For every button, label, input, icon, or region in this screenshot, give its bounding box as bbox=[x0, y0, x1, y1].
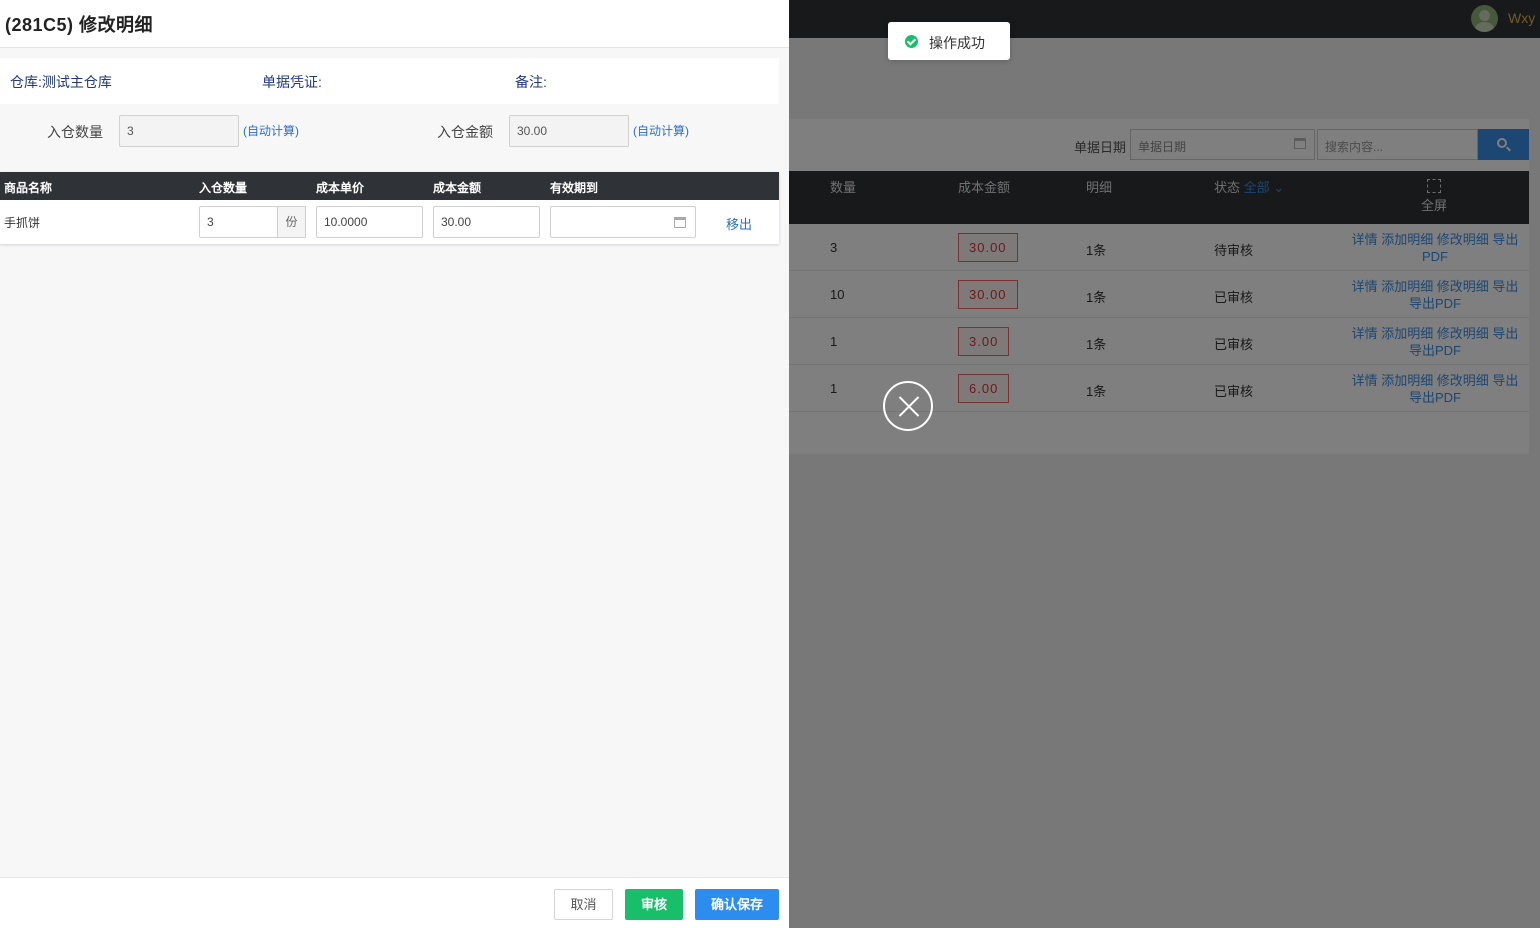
qty-input[interactable]: 3 bbox=[199, 206, 278, 238]
check-circle-icon bbox=[905, 35, 918, 48]
drawer-header: (281C5) 修改明细 bbox=[0, 0, 789, 48]
drawer-footer: 取消 审核 确认保存 bbox=[0, 877, 789, 928]
document-info-bar: 仓库:测试主仓库 单据凭证: 备注: bbox=[0, 58, 779, 104]
cancel-button[interactable]: 取消 bbox=[554, 889, 613, 920]
audit-button[interactable]: 审核 bbox=[625, 889, 683, 920]
detail-table-header: 商品名称 入仓数量 成本单价 成本金额 有效期到 bbox=[0, 172, 779, 200]
unit-price-input[interactable]: 10.0000 bbox=[316, 206, 423, 238]
header-inbound-qty: 入仓数量 bbox=[199, 181, 248, 195]
header-product-name: 商品名称 bbox=[4, 181, 53, 195]
drawer-title: (281C5) 修改明细 bbox=[5, 15, 154, 35]
remark-info: 备注: bbox=[515, 74, 547, 90]
inbound-amount-label: 入仓金额 bbox=[437, 124, 493, 140]
header-unit-cost: 成本单价 bbox=[316, 181, 365, 195]
product-name: 手抓饼 bbox=[4, 216, 41, 230]
header-expiry-date: 有效期到 bbox=[550, 181, 599, 195]
inbound-qty-label: 入仓数量 bbox=[47, 124, 103, 140]
inbound-amount-field: 30.00 bbox=[509, 115, 629, 147]
amount-auto-calc-note: (自动计算) bbox=[633, 124, 689, 138]
qty-unit-addon: 份 bbox=[277, 206, 306, 238]
header-cost-amount: 成本金额 bbox=[433, 181, 482, 195]
success-toast: 操作成功 bbox=[888, 22, 1010, 60]
warehouse-info: 仓库:测试主仓库 bbox=[10, 74, 112, 90]
calendar-icon bbox=[674, 217, 686, 228]
voucher-info: 单据凭证: bbox=[262, 74, 322, 90]
qty-auto-calc-note: (自动计算) bbox=[243, 124, 299, 138]
confirm-save-button[interactable]: 确认保存 bbox=[695, 889, 779, 920]
edit-detail-drawer: (281C5) 修改明细 仓库:测试主仓库 单据凭证: 备注: 入仓数量 3 (… bbox=[0, 0, 789, 928]
close-drawer-icon[interactable] bbox=[883, 381, 933, 431]
remove-row-link[interactable]: 移出 bbox=[726, 214, 752, 233]
inbound-qty-field: 3 bbox=[119, 115, 239, 147]
toast-message: 操作成功 bbox=[929, 35, 985, 51]
cost-amount-input[interactable]: 30.00 bbox=[433, 206, 540, 238]
